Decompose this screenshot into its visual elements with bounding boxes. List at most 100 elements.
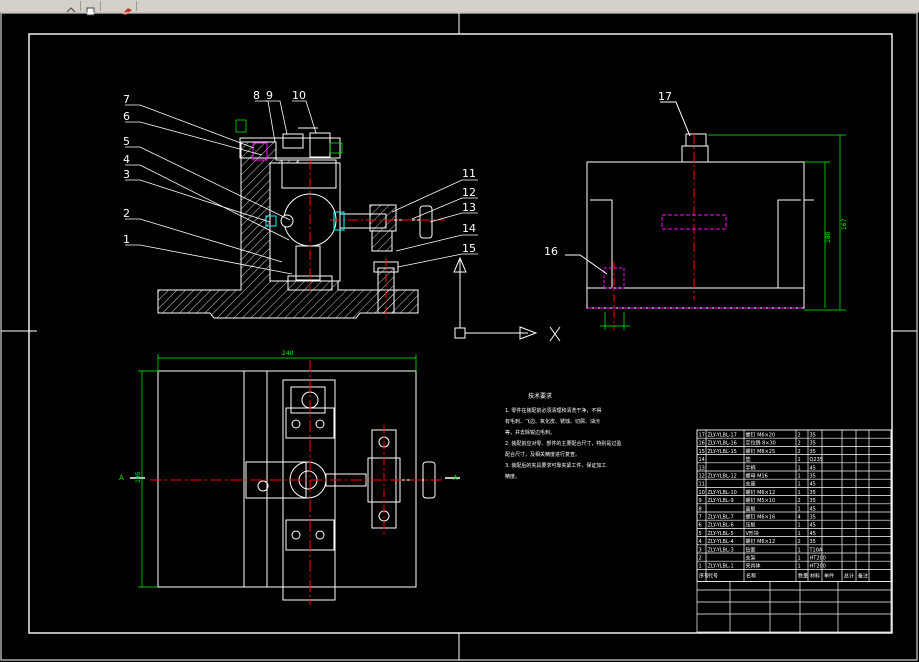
- plan-view: [130, 360, 460, 605]
- copy-icon[interactable]: [82, 1, 101, 16]
- bom-cell: 定位销 8×30: [746, 440, 776, 447]
- bom-cell: 2: [798, 441, 801, 447]
- balloon-labels: 1 2 3 4 5 6 7 8 9 10 11 12 13 14 15 16 1…: [123, 89, 672, 258]
- bom-cell: 1: [798, 523, 801, 529]
- bom-cell: 1: [798, 465, 801, 471]
- bom-header-cell: 名称: [746, 572, 756, 579]
- bom-cell: 螺母 M16: [746, 473, 768, 480]
- balloon-3: 3: [123, 168, 130, 181]
- bom-cell: 35: [810, 474, 816, 480]
- notes-line: 2. 装配前应对零、部件的主要配合尺寸，特别是过盈: [505, 440, 621, 447]
- bom-cell: 1: [798, 564, 801, 570]
- bom-cell: 35: [810, 441, 816, 447]
- balloon-1: 1: [123, 233, 130, 246]
- balloon-12: 12: [462, 186, 476, 199]
- bom-cell: ZLY-YLBL-1: [708, 564, 734, 570]
- bom-cell: 6: [699, 523, 702, 529]
- bom-cell: 支架: [746, 555, 756, 562]
- bom-header-cell: 单件: [824, 572, 834, 579]
- ucs-icon: X: [453, 256, 561, 342]
- undo-icon[interactable]: [62, 1, 81, 13]
- balloon-2: 2: [123, 207, 130, 220]
- balloon-15: 15: [462, 242, 476, 255]
- bom-cell: 盖板: [746, 505, 756, 512]
- bom-header-cell: 总计: [844, 572, 854, 579]
- balloon-13: 13: [462, 201, 476, 214]
- bom-cell: 钻套: [746, 546, 756, 553]
- bom-cell: 2: [798, 539, 801, 545]
- balloon-5: 5: [123, 135, 130, 148]
- bom-cell: 35: [810, 515, 816, 521]
- bom-cell: 螺钉 M6×20: [746, 432, 776, 439]
- bom-cell: 压板: [746, 522, 756, 529]
- bom-cell: HT200: [810, 556, 826, 562]
- bom-cell: ZLY-YLBL-4: [708, 539, 734, 545]
- bom-cell: 支座: [746, 481, 756, 488]
- bom-cell: 1: [798, 547, 801, 553]
- bom-cell: 4: [699, 539, 702, 545]
- bom-cell: 手柄: [746, 464, 756, 471]
- bom-cell: ZLY-YLBL-3: [708, 547, 734, 553]
- bom-cell: 15: [699, 449, 705, 455]
- bom-cell: 4: [798, 515, 801, 521]
- bom-header-cell: 材料: [810, 572, 820, 579]
- bom-cell: 13: [699, 465, 705, 471]
- section-mark-left: A: [119, 474, 124, 482]
- notes-line: 3. 装配后的夹具要求可靠夹紧工件，保证加工: [505, 462, 606, 469]
- bom-cell: 8: [699, 506, 702, 512]
- bom-cell: Q235: [810, 457, 823, 463]
- bom-cell: 35: [810, 539, 816, 545]
- balloon-11: 11: [462, 167, 476, 180]
- notes-line: 配合尺寸，及相关精度进行复查。: [505, 451, 580, 458]
- bom-cell: T10A: [809, 547, 823, 553]
- section-mark-right: A: [453, 474, 458, 482]
- bom-cell: 45: [810, 482, 816, 488]
- bom-cell: 35: [810, 498, 816, 504]
- balloon-9: 9: [266, 89, 273, 102]
- bom-cell: 螺钉 M6×12: [746, 538, 776, 545]
- notes-line: 等，并去除锐边毛刺。: [505, 429, 555, 436]
- bom-cell: 1: [798, 531, 801, 537]
- bom-cell: 45: [810, 531, 816, 537]
- bom-cell: 10: [699, 490, 705, 496]
- bom-cell: HT200: [810, 564, 826, 570]
- balloon-14: 14: [462, 222, 476, 235]
- bom-cell: ZLY-YLBL-7: [708, 515, 734, 521]
- bom-cell: 2: [798, 433, 801, 439]
- bom-cell: 夹具体: [746, 563, 761, 570]
- notes-line: 1. 零件在装配前必须清理和清洗干净，不得: [505, 407, 601, 414]
- bom-cell: ZLY-YLBL-5: [708, 531, 734, 537]
- bom-cell: 7: [699, 515, 702, 521]
- bom-cell: ZLY-YLBL-10: [708, 490, 737, 496]
- balloon-7: 7: [123, 93, 130, 106]
- bom-cell: 35: [810, 433, 816, 439]
- bom-header-cell: 代号: [708, 572, 718, 579]
- bom-cell: 9: [699, 498, 702, 504]
- bom-cell: 1: [798, 506, 801, 512]
- dim-side-b: 167: [841, 218, 848, 230]
- bom-header-cell: 备注: [858, 572, 868, 579]
- side-view: [565, 101, 814, 330]
- bom-cell: 2: [798, 498, 801, 504]
- bom-cell: 45: [810, 523, 816, 529]
- notes-line: 有毛刺、飞边、氧化皮、锈蚀、切屑、油污: [505, 418, 600, 425]
- technical-notes: 技术要求 1. 零件在装配前必须清理和清洗干净，不得 有毛刺、飞边、氧化皮、锈蚀…: [505, 392, 621, 480]
- bom-cell: 3: [699, 547, 702, 553]
- bom-cell: 1: [798, 482, 801, 488]
- bom-cell: V形块: [746, 530, 759, 537]
- tool-icon[interactable]: [118, 1, 137, 15]
- bom-cell: 16: [699, 441, 705, 447]
- bom-cell: ZLY-YLBL-17: [708, 433, 737, 439]
- drawing-canvas[interactable]: 1 2 3 4 5 6 7 8 9 10 11 12 13 14 15 16 1…: [0, 12, 919, 662]
- bom-cell: 14: [699, 457, 705, 463]
- bom-header-cell: 数量: [798, 572, 808, 579]
- bom-cell: ZLY-YLBL-12: [708, 474, 737, 480]
- bom-cell: 17: [699, 433, 705, 439]
- bom-cell: ZLY-YLBL-16: [708, 441, 737, 447]
- bom-table: 17 ZLY-YLBL-17 螺钉 M6×20 2 3516 ZLY-YLBL-16 定位销…: [696, 429, 892, 633]
- bom-cell: 1: [798, 490, 801, 496]
- bom-cell: 螺钉 M5×10: [746, 497, 776, 504]
- balloon-16: 16: [544, 245, 558, 258]
- bom-cell: 螺钉 M6×12: [746, 489, 776, 496]
- bom-cell: 螺钉 M6×16: [746, 514, 776, 521]
